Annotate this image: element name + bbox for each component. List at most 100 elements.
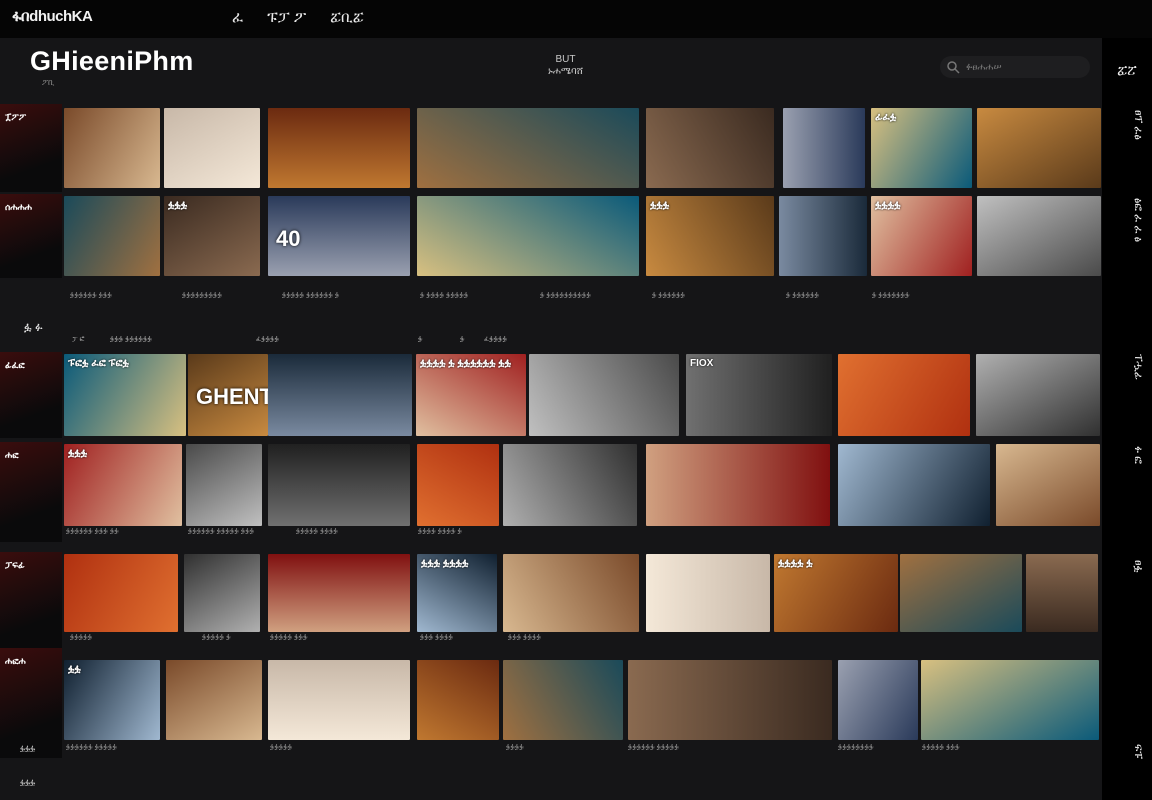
media-thumbnail[interactable] <box>503 554 639 632</box>
media-thumbnail[interactable]: ፏፏፏፏ <box>871 196 972 276</box>
media-thumbnail[interactable] <box>503 660 623 740</box>
media-thumbnail[interactable] <box>186 444 262 526</box>
media-thumbnail[interactable] <box>166 660 262 740</box>
media-thumbnail[interactable] <box>900 554 1022 632</box>
media-thumbnail[interactable] <box>164 108 260 188</box>
media-thumbnail[interactable] <box>977 196 1101 276</box>
thumbnail-title: ፏፏፏፏ <box>875 200 901 211</box>
media-thumbnail[interactable] <box>268 554 410 632</box>
rail-thumb[interactable]: ፊፈፎ <box>0 352 62 438</box>
thumbnail-title: ፑፎፏ ፈፎ ፑፎፏ <box>68 358 129 369</box>
media-thumbnail[interactable] <box>268 444 410 526</box>
thumbnail-caption: ፏፏፏፏ ፏፏፏፏ ፏ <box>418 528 462 535</box>
media-thumbnail[interactable] <box>503 444 637 526</box>
media-thumbnail[interactable] <box>779 196 867 276</box>
media-thumbnail[interactable] <box>417 196 639 276</box>
nav-item-3[interactable]: ፚቢፚ <box>330 9 363 26</box>
thumbnail-title: ፏፏፏ <box>168 200 188 211</box>
media-thumbnail[interactable]: GHENTER <box>188 354 268 436</box>
media-thumbnail[interactable]: ፏፏፏፏ ፏ ፏፏፏፏፏፏ ፏፏ <box>416 354 526 436</box>
thumbnail-caption: ፏፏፏፏፏ ፏፏፏፏ <box>296 528 339 535</box>
rail-label: ሰሐሐሐ <box>5 202 32 212</box>
app-logo[interactable]: ፋበdhuchKA <box>12 8 93 25</box>
section-label: ፓ ፎ <box>72 336 85 343</box>
rail-thumb[interactable]: ሐፎ <box>0 442 62 542</box>
media-thumbnail[interactable] <box>628 660 832 740</box>
thumbnail-caption: ፏፏፏፏፏ ፏ <box>202 634 231 641</box>
search-icon <box>947 61 960 74</box>
media-thumbnail[interactable] <box>1026 554 1098 632</box>
media-thumbnail[interactable]: ፏፏፏ <box>164 196 260 276</box>
thumbnail-title: FIOX <box>690 358 714 369</box>
media-thumbnail[interactable] <box>646 554 770 632</box>
media-thumbnail[interactable]: ፏፏፏ ፏፏፏፏ <box>417 554 497 632</box>
sidebar-item-7[interactable]: ፍፑ <box>1110 744 1144 759</box>
media-thumbnail[interactable] <box>268 354 412 436</box>
thumbnail-title: ፏፏፏ <box>68 448 88 459</box>
rail-thumb[interactable]: ሐፎሐ <box>0 648 62 758</box>
sidebar-item-2[interactable]: ፀፕ ፈፅ <box>1110 110 1144 140</box>
nav-item-2[interactable]: ፑፓ ፖ <box>267 9 306 26</box>
search-bar[interactable] <box>940 56 1090 78</box>
thumbnail-caption: ፏፏፏፏፏፏፏፏፏ <box>182 292 223 299</box>
media-thumbnail[interactable]: 40 <box>268 196 410 276</box>
sidebar-item-5[interactable]: ፉ ፎ <box>1110 446 1144 464</box>
thumbnail-caption: ፏፏፏፏፏፏ ፏፏፏፏፏ <box>628 744 679 751</box>
media-thumbnail[interactable]: ፏፏፏፏ ፏ <box>774 554 898 632</box>
thumbnail-title: ፊፈፏ <box>875 112 897 123</box>
sidebar-item-1[interactable]: ፚፘ <box>1110 62 1144 79</box>
media-thumbnail[interactable] <box>996 444 1100 526</box>
thumbnail-caption: ፏፏፏፏፏ ፏፏፏ <box>270 634 308 641</box>
sidebar-item-6[interactable]: ፀፏ <box>1110 560 1144 572</box>
media-thumbnail[interactable] <box>529 354 679 436</box>
media-thumbnail[interactable] <box>646 108 774 188</box>
media-thumbnail[interactable] <box>646 444 830 526</box>
rail-label: ፊፈፎ <box>5 360 25 370</box>
thumbnail-caption: ፏፏፏፏፏፏ ፏፏፏ <box>70 292 113 299</box>
media-thumbnail[interactable] <box>417 660 499 740</box>
right-sidebar: ፚፘ ፀፕ ፈፅ ፅፎ ፈ ፈ ፅ ፐሗፊ ፉ ፎ ፀፏ ፍፑ <box>1102 38 1152 800</box>
thumbnail-caption: ፏፏፏፏፏ ፏፏፏፏፏፏ ፏ <box>282 292 340 299</box>
header-center-text: BUT ኑሐሜባሸ <box>548 54 583 78</box>
media-thumbnail[interactable] <box>977 108 1101 188</box>
sidebar-item-3[interactable]: ፅፎ ፈ ፈ ፅ <box>1110 198 1144 242</box>
media-thumbnail[interactable] <box>268 108 410 188</box>
rail-thumb[interactable]: ፗፖፖ <box>0 104 62 192</box>
section-label: ፈፏፏፏፏ <box>256 336 280 343</box>
section-label: ፏፏፏ ፏፏፏፏፏፏ <box>110 336 153 343</box>
media-thumbnail[interactable] <box>64 196 160 276</box>
media-thumbnail[interactable] <box>184 554 260 632</box>
thumbnail-caption: ፏ ፏፏፏፏፏፏ <box>786 292 820 299</box>
media-thumbnail[interactable] <box>783 108 865 188</box>
thumbnail-caption: ፏፏፏፏፏፏ ፏፏፏፏፏ ፏፏፏ <box>188 528 255 535</box>
thumbnail-caption: ፏ ፏፏፏፏፏፏ <box>652 292 686 299</box>
media-thumbnail[interactable] <box>417 108 639 188</box>
media-thumbnail[interactable]: ፏፏፏ <box>646 196 774 276</box>
media-thumbnail[interactable] <box>921 660 1099 740</box>
media-thumbnail[interactable]: ፊፈፏ <box>871 108 972 188</box>
sidebar-item-4[interactable]: ፐሗፊ <box>1110 354 1144 380</box>
thumbnail-caption: ፏ ፏፏፏፏፏፏፏ <box>872 292 910 299</box>
media-thumbnail[interactable] <box>64 554 178 632</box>
header-center-line-1: BUT <box>555 54 576 65</box>
media-thumbnail[interactable] <box>417 444 499 526</box>
search-input[interactable] <box>964 60 1088 74</box>
rail-thumb[interactable]: ፓፍፊ <box>0 552 62 650</box>
nav-item-1[interactable]: ፈ <box>232 9 243 26</box>
media-thumbnail[interactable] <box>838 444 990 526</box>
media-thumbnail[interactable]: ፑፎፏ ፈፎ ፑፎፏ <box>64 354 186 436</box>
media-thumbnail[interactable] <box>838 660 918 740</box>
thumbnail-caption: ፏ ፏፏፏፏ ፏፏፏፏፏ <box>420 292 469 299</box>
media-thumbnail[interactable] <box>976 354 1100 436</box>
media-thumbnail[interactable] <box>268 660 410 740</box>
rail-thumb[interactable]: ሰሐሐሐ <box>0 194 62 278</box>
media-thumbnail[interactable]: ፏፏፏ <box>64 444 182 526</box>
thumbnail-caption: ፏፏፏ ፏፏፏፏ <box>508 634 542 641</box>
media-thumbnail[interactable]: ፏፏ <box>64 660 160 740</box>
thumbnail-title: ፏፏፏ <box>650 200 670 211</box>
media-thumbnail[interactable]: FIOX <box>686 354 832 436</box>
page-subtitle: ፖቢ <box>42 78 55 87</box>
media-thumbnail[interactable] <box>838 354 970 436</box>
thumbnail-caption: ፏፏፏፏፏፏ ፏፏፏ ፏፏ <box>66 528 119 535</box>
media-thumbnail[interactable] <box>64 108 160 188</box>
